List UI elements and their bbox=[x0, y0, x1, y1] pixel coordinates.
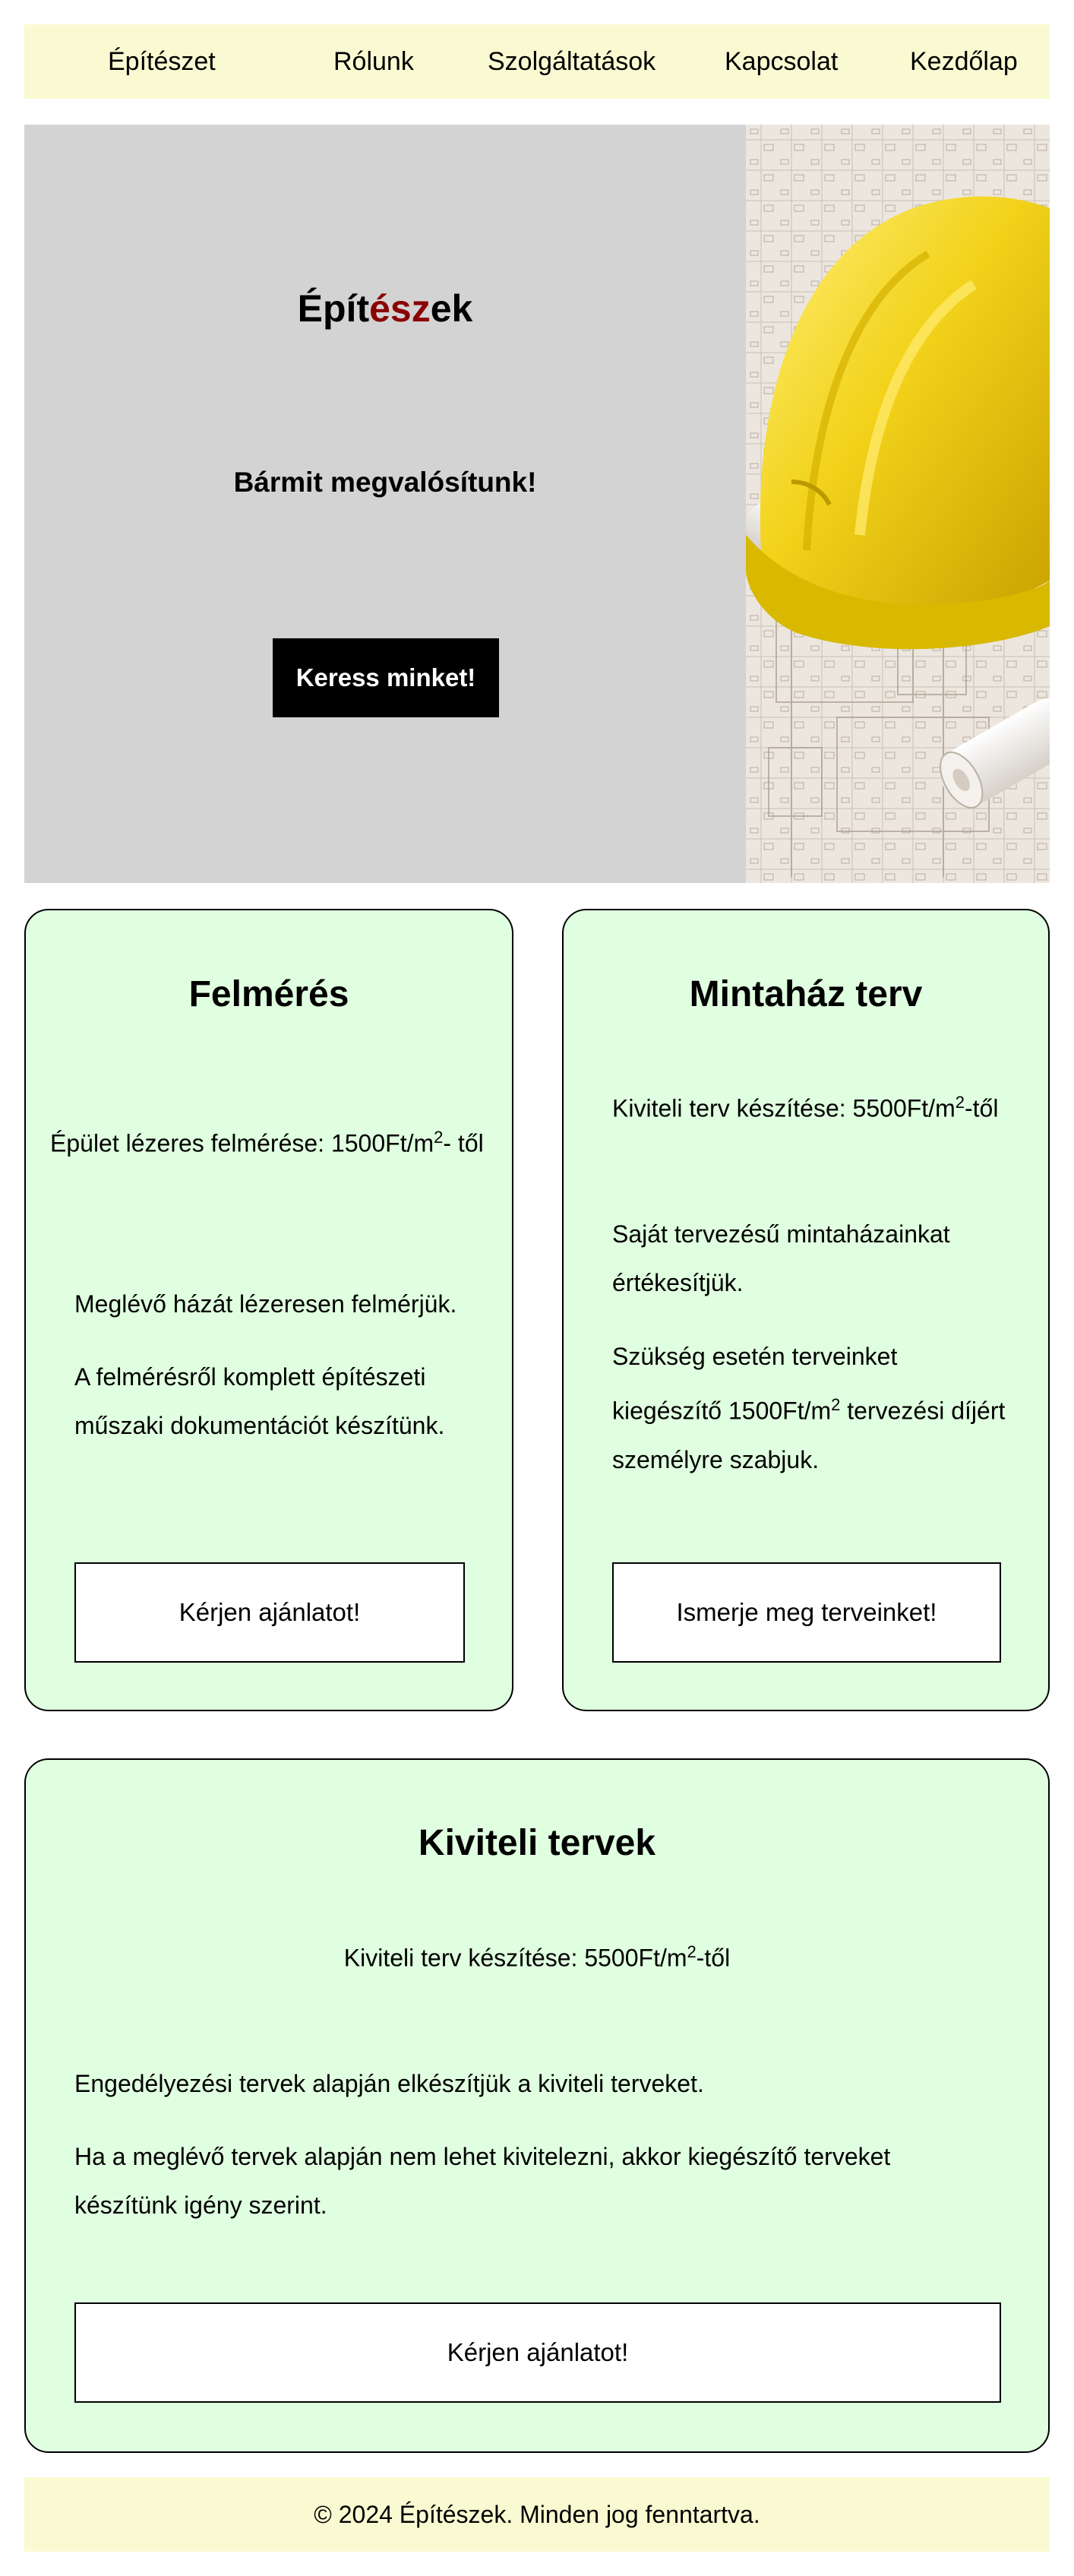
hard-hat-blueprints-image bbox=[746, 125, 1050, 883]
service-card-kiviteli: Kiviteli tervek Kiviteli terv készítése:… bbox=[24, 1758, 1050, 2453]
hero-title: Építészek bbox=[24, 286, 746, 331]
price-prefix: Kiviteli terv készítése: 5500Ft/m bbox=[612, 1094, 956, 1122]
price-prefix: Kiviteli terv készítése: 5500Ft/m bbox=[343, 1944, 687, 1972]
view-plans-button[interactable]: Ismerje meg terveinket! bbox=[612, 1562, 1001, 1663]
hero-section: Építészek Bármit megvalósítunk! Keress m… bbox=[24, 125, 1050, 883]
nav-item-rolunk[interactable]: Rólunk bbox=[333, 24, 414, 99]
request-quote-button[interactable]: Kérjen ajánlatot! bbox=[74, 1562, 465, 1663]
copyright-text: © 2024 Építészek. Minden jog fenntartva. bbox=[314, 2501, 760, 2528]
card-paragraph: Ha a meglévő tervek alapján nem lehet ki… bbox=[74, 2143, 891, 2219]
price-suffix: -től bbox=[964, 1094, 999, 1122]
card-paragraph: A felmérésről komplett építészeti műszak… bbox=[74, 1363, 445, 1439]
hero-title-accent: ész bbox=[369, 287, 431, 330]
hero-title-part1: Épít bbox=[297, 287, 370, 330]
card-paragraph: Engedélyezési tervek alapján elkészítjük… bbox=[74, 2070, 704, 2097]
card-paragraph: Saját tervezésű mintaházainkat értékesít… bbox=[612, 1220, 950, 1296]
card-title: Kiviteli tervek bbox=[418, 1823, 656, 1863]
price-sup: 2 bbox=[687, 1942, 697, 1961]
price-prefix: Épület lézeres felmérése: 1500Ft/m bbox=[50, 1129, 434, 1157]
hero-title-part2: ek bbox=[430, 287, 473, 330]
card-paragraph: Meglévő házát lézeresen felmérjük. bbox=[74, 1290, 457, 1318]
card-paragraph: Szükség esetén terveinket kiegészítő 150… bbox=[612, 1332, 1007, 1484]
nav-item-kezdolap[interactable]: Kezdőlap bbox=[910, 24, 1018, 99]
price-suffix: -től bbox=[696, 1944, 731, 1972]
request-quote-button[interactable]: Kérjen ajánlatot! bbox=[74, 2302, 1001, 2403]
hero-subtitle: Bármit megvalósítunk! bbox=[233, 467, 537, 498]
contact-us-button[interactable]: Keress minket! bbox=[273, 638, 499, 717]
hero-text-panel: Építészek Bármit megvalósítunk! Keress m… bbox=[24, 125, 746, 883]
nav-item-epiteszet[interactable]: Építészet bbox=[108, 24, 216, 99]
price-sup: 2 bbox=[955, 1093, 965, 1112]
nav-item-kapcsolat[interactable]: Kapcsolat bbox=[725, 24, 838, 99]
paragraph-sup: 2 bbox=[831, 1395, 841, 1414]
card-price: Kiviteli terv készítése: 5500Ft/m2-től bbox=[26, 1942, 1048, 1973]
top-navigation: Építészet Rólunk Szolgáltatások Kapcsola… bbox=[24, 24, 1050, 99]
price-sup: 2 bbox=[434, 1128, 444, 1147]
price-suffix: - től bbox=[443, 1129, 484, 1157]
service-card-felmeres: Felmérés Épület lézeres felmérése: 1500F… bbox=[24, 909, 513, 1711]
card-title: Felmérés bbox=[188, 974, 349, 1014]
nav-item-szolgaltatasok[interactable]: Szolgáltatások bbox=[488, 24, 655, 99]
card-price: Épület lézeres felmérése: 1500Ft/m2- től bbox=[50, 1128, 484, 1158]
service-card-mintahaz: Mintaház terv Kiviteli terv készítése: 5… bbox=[562, 909, 1050, 1711]
card-title: Mintaház terv bbox=[689, 974, 923, 1014]
page-footer: © 2024 Építészek. Minden jog fenntartva. bbox=[24, 2477, 1050, 2552]
card-price: Kiviteli terv készítése: 5500Ft/m2-től bbox=[612, 1093, 998, 1123]
